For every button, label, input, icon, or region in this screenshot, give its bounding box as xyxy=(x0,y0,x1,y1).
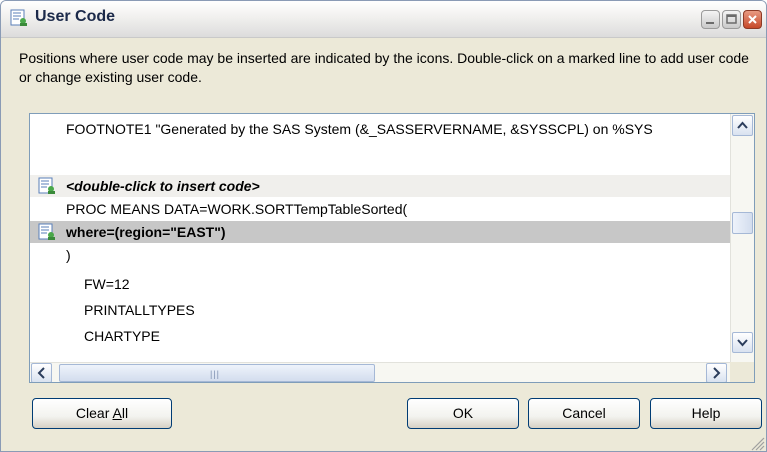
code-text: FOOTNOTE1 "Generated by the SAS System (… xyxy=(66,121,653,137)
horizontal-scroll-thumb[interactable]: ||| xyxy=(59,364,375,382)
help-button[interactable]: Help xyxy=(650,398,762,429)
code-line[interactable] xyxy=(30,141,730,163)
code-text: FW=12 xyxy=(84,276,130,292)
scroll-right-button[interactable] xyxy=(706,363,727,382)
title-bar[interactable]: User Code xyxy=(1,1,766,38)
close-button[interactable] xyxy=(743,10,762,29)
cancel-button[interactable]: Cancel xyxy=(528,398,640,429)
user-code-icon[interactable] xyxy=(38,223,56,241)
arrow-down-icon xyxy=(737,339,748,347)
insert-code-placeholder: <double-click to insert code> xyxy=(66,178,260,194)
vertical-scrollbar[interactable] xyxy=(730,114,754,362)
code-text: ) xyxy=(66,247,71,263)
minimize-icon xyxy=(706,22,714,24)
user-code-icon[interactable] xyxy=(38,177,56,195)
window-title: User Code xyxy=(35,8,116,25)
code-line[interactable]: FOOTNOTE1 "Generated by the SAS System (… xyxy=(30,118,730,140)
user-code-dialog: User Code Positions where user code may … xyxy=(0,0,767,452)
code-editor[interactable]: FOOTNOTE1 "Generated by the SAS System (… xyxy=(29,113,755,383)
code-line[interactable]: ) xyxy=(30,244,730,266)
scroll-left-button[interactable] xyxy=(31,363,52,382)
instructions-text: Positions where user code may be inserte… xyxy=(19,50,749,85)
horizontal-scrollbar[interactable]: ||| xyxy=(30,362,730,382)
user-code-text: where=(region="EAST") xyxy=(66,224,226,240)
code-text: PRINTALLTYPES xyxy=(84,302,195,318)
thumb-grip-icon: ||| xyxy=(210,369,221,379)
scroll-up-button[interactable] xyxy=(732,115,753,136)
insert-point-line[interactable]: <double-click to insert code> xyxy=(30,175,730,197)
maximize-icon xyxy=(726,14,737,24)
user-code-icon xyxy=(10,9,27,26)
clear-all-button[interactable]: Clear All xyxy=(32,398,172,429)
resize-grip-icon[interactable] xyxy=(749,435,765,451)
minimize-button[interactable] xyxy=(701,10,720,29)
code-line[interactable]: PROC MEANS DATA=WORK.SORTTempTableSorted… xyxy=(30,198,730,220)
code-text: CHARTYPE xyxy=(84,328,160,344)
close-icon xyxy=(748,15,757,24)
vertical-scroll-thumb[interactable] xyxy=(732,212,753,234)
ok-button[interactable]: OK xyxy=(407,398,519,429)
scroll-down-button[interactable] xyxy=(732,332,753,353)
arrow-up-icon xyxy=(737,121,748,129)
clear-all-mnemonic: A xyxy=(112,405,122,421)
code-text: PROC MEANS DATA=WORK.SORTTempTableSorted… xyxy=(66,201,408,217)
code-line[interactable]: FW=12 xyxy=(30,273,730,295)
clear-all-label: Clear All xyxy=(75,405,129,421)
code-line[interactable]: CHARTYPE xyxy=(30,325,730,347)
maximize-button[interactable] xyxy=(722,10,741,29)
user-code-line-selected[interactable]: where=(region="EAST") xyxy=(30,221,730,243)
code-line[interactable]: PRINTALLTYPES xyxy=(30,299,730,321)
arrow-right-icon xyxy=(713,367,721,379)
arrow-left-icon xyxy=(37,367,45,379)
scrollbar-corner xyxy=(730,362,754,382)
